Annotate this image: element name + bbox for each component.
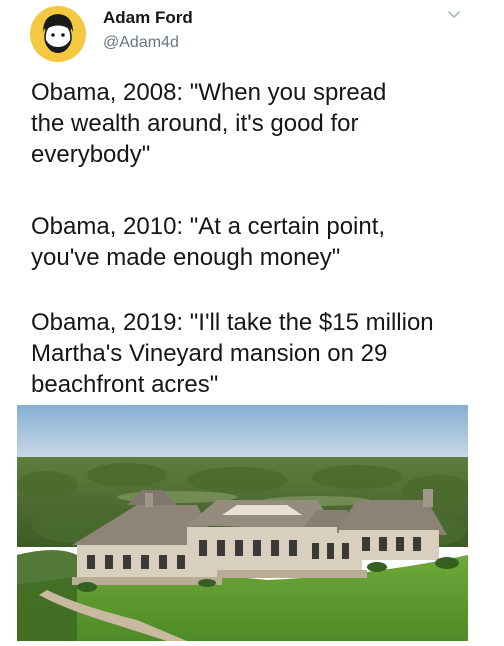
chevron-down-icon[interactable]: [446, 6, 462, 22]
author-display-name[interactable]: Adam Ford: [103, 8, 193, 28]
tweet: Adam Ford @Adam4d Obama, 2008: "When you…: [0, 0, 504, 646]
author-handle[interactable]: @Adam4d: [103, 34, 179, 52]
tweet-photo[interactable]: [17, 405, 468, 641]
tweet-text-paragraph: Obama, 2010: "At a certain point, you've…: [31, 213, 386, 271]
cartoon-face-icon: [30, 6, 86, 62]
aerial-mansion-photo: [17, 405, 468, 641]
tweet-text-paragraph: Obama, 2019: "I'll take the $15 million …: [31, 309, 434, 398]
avatar[interactable]: [30, 6, 86, 62]
tweet-text-paragraph: Obama, 2008: "When you spread the wealth…: [31, 79, 387, 168]
